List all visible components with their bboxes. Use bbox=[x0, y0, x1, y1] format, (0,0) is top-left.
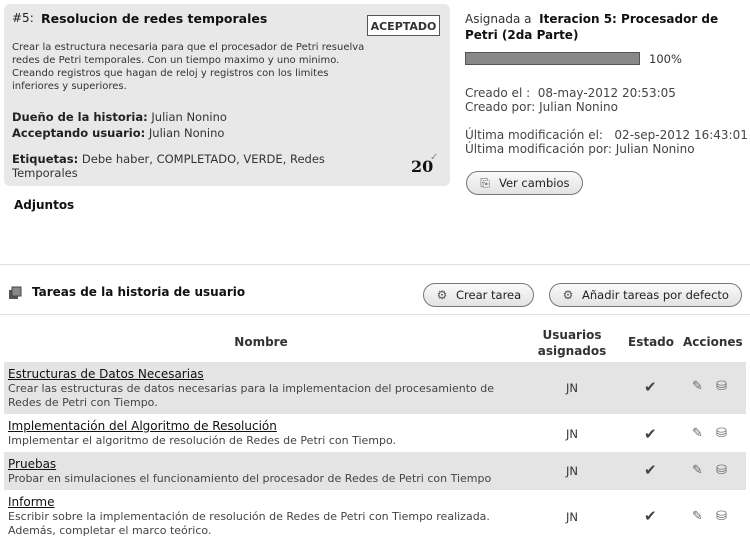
column-header-name: Nombre bbox=[234, 335, 288, 349]
edit-icon[interactable]: ✎ bbox=[692, 426, 703, 441]
progress-percent: 100% bbox=[649, 52, 682, 66]
create-task-icon: ⚙ bbox=[436, 288, 448, 302]
delete-icon[interactable]: ⛁ bbox=[716, 426, 727, 441]
story-title: Resolucion de redes temporales bbox=[41, 11, 268, 26]
divider bbox=[0, 314, 750, 315]
progress-fill bbox=[466, 53, 639, 64]
tasks-icon bbox=[9, 286, 22, 299]
points-check-icon: ✓ bbox=[430, 152, 439, 163]
add-default-tasks-button[interactable]: ⚙ Añadir tareas por defecto bbox=[549, 283, 742, 307]
create-task-label: Crear tarea bbox=[456, 288, 522, 302]
owner-value: Julian Nonino bbox=[151, 110, 227, 124]
modified-on-row: Última modificación el: 02-sep-2012 16:4… bbox=[465, 128, 748, 142]
created-on-row: Creado el : 08-may-2012 20:53:05 bbox=[465, 86, 676, 100]
tasks-section-title: Tareas de la historia de usuario bbox=[32, 285, 246, 299]
status-check-icon: ✔ bbox=[644, 461, 657, 479]
delete-icon[interactable]: ⛁ bbox=[716, 463, 727, 478]
view-changes-button[interactable]: ⎘ Ver cambios bbox=[466, 171, 583, 195]
column-header-assigned: Usuarios asignados bbox=[537, 328, 607, 358]
task-description: Implementar el algoritmo de resolución d… bbox=[8, 434, 397, 447]
view-changes-label: Ver cambios bbox=[499, 176, 570, 190]
task-assignee: JN bbox=[566, 510, 578, 524]
divider bbox=[0, 264, 750, 265]
task-description: Probar en simulaciones el funcionamiento… bbox=[8, 472, 492, 485]
acceptor-label: Acceptando usuario bbox=[12, 126, 141, 140]
task-name-link[interactable]: Pruebas bbox=[8, 457, 56, 471]
modified-by-value: Julian Nonino bbox=[615, 142, 695, 156]
acceptor-row: Acceptando usuario: Julian Nonino bbox=[12, 126, 225, 140]
attachments-heading: Adjuntos bbox=[14, 198, 75, 212]
column-header-status: Estado bbox=[628, 335, 675, 349]
task-name-link[interactable]: Informe bbox=[8, 495, 55, 509]
tags-label: Etiquetas bbox=[12, 152, 74, 166]
delete-icon[interactable]: ⛁ bbox=[716, 509, 727, 524]
task-name-link[interactable]: Estructuras de Datos Necesarias bbox=[8, 367, 204, 381]
owner-label: Dueño de la historia bbox=[12, 110, 144, 124]
task-assignee: JN bbox=[566, 427, 578, 441]
created-by-value: Julian Nonino bbox=[539, 100, 618, 114]
modified-by-label: Última modificación por: bbox=[465, 142, 612, 156]
created-on-value: 08-may-2012 20:53:05 bbox=[537, 86, 676, 100]
add-default-tasks-label: Añadir tareas por defecto bbox=[582, 288, 729, 302]
modified-by-row: Última modificación por: Julian Nonino bbox=[465, 142, 695, 156]
history-icon: ⎘ bbox=[480, 176, 490, 190]
task-description: Crear las estructuras de datos necesaria… bbox=[8, 382, 495, 409]
modified-on-value: 02-sep-2012 16:43:01 bbox=[614, 128, 748, 142]
status-badge: ACEPTADO bbox=[367, 15, 440, 36]
delete-icon[interactable]: ⛁ bbox=[716, 379, 727, 394]
created-by-row: Creado por: Julian Nonino bbox=[465, 100, 618, 114]
add-default-tasks-icon: ⚙ bbox=[562, 288, 574, 302]
column-header-actions: Acciones bbox=[683, 335, 743, 349]
status-check-icon: ✔ bbox=[644, 425, 657, 443]
created-on-label: Creado el : bbox=[465, 86, 531, 100]
edit-icon[interactable]: ✎ bbox=[692, 509, 703, 524]
task-assignee: JN bbox=[566, 381, 578, 395]
created-by-label: Creado por: bbox=[465, 100, 536, 114]
status-check-icon: ✔ bbox=[644, 378, 657, 396]
edit-icon[interactable]: ✎ bbox=[692, 463, 703, 478]
create-task-button[interactable]: ⚙ Crear tarea bbox=[423, 283, 535, 307]
status-check-icon: ✔ bbox=[644, 507, 657, 525]
owner-row: Dueño de la historia: Julian Nonino bbox=[12, 110, 227, 124]
task-name-link[interactable]: Implementación del Algoritmo de Resoluci… bbox=[8, 419, 277, 433]
tags-row: Etiquetas: Debe haber, COMPLETADO, VERDE… bbox=[12, 152, 325, 180]
edit-icon[interactable]: ✎ bbox=[692, 379, 703, 394]
task-description: Escribir sobre la implementación de reso… bbox=[8, 510, 490, 537]
assignment-info: Asignada a Iteracion 5: Procesador de Pe… bbox=[465, 11, 745, 43]
task-assignee: JN bbox=[566, 464, 578, 478]
story-description: Crear la estructura necesaria para que e… bbox=[12, 42, 365, 92]
story-number: #5: bbox=[12, 11, 34, 25]
progress-bar bbox=[465, 52, 640, 65]
acceptor-value: Julian Nonino bbox=[148, 126, 225, 140]
modified-on-label: Última modificación el: bbox=[465, 128, 603, 142]
assigned-prefix: Asignada a bbox=[465, 12, 532, 26]
